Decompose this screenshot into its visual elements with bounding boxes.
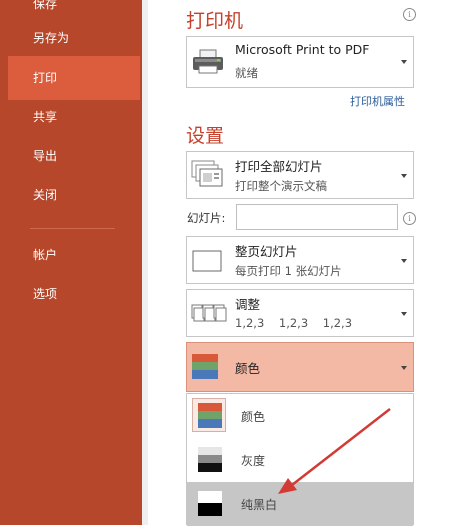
annotation-arrow: [278, 408, 391, 494]
